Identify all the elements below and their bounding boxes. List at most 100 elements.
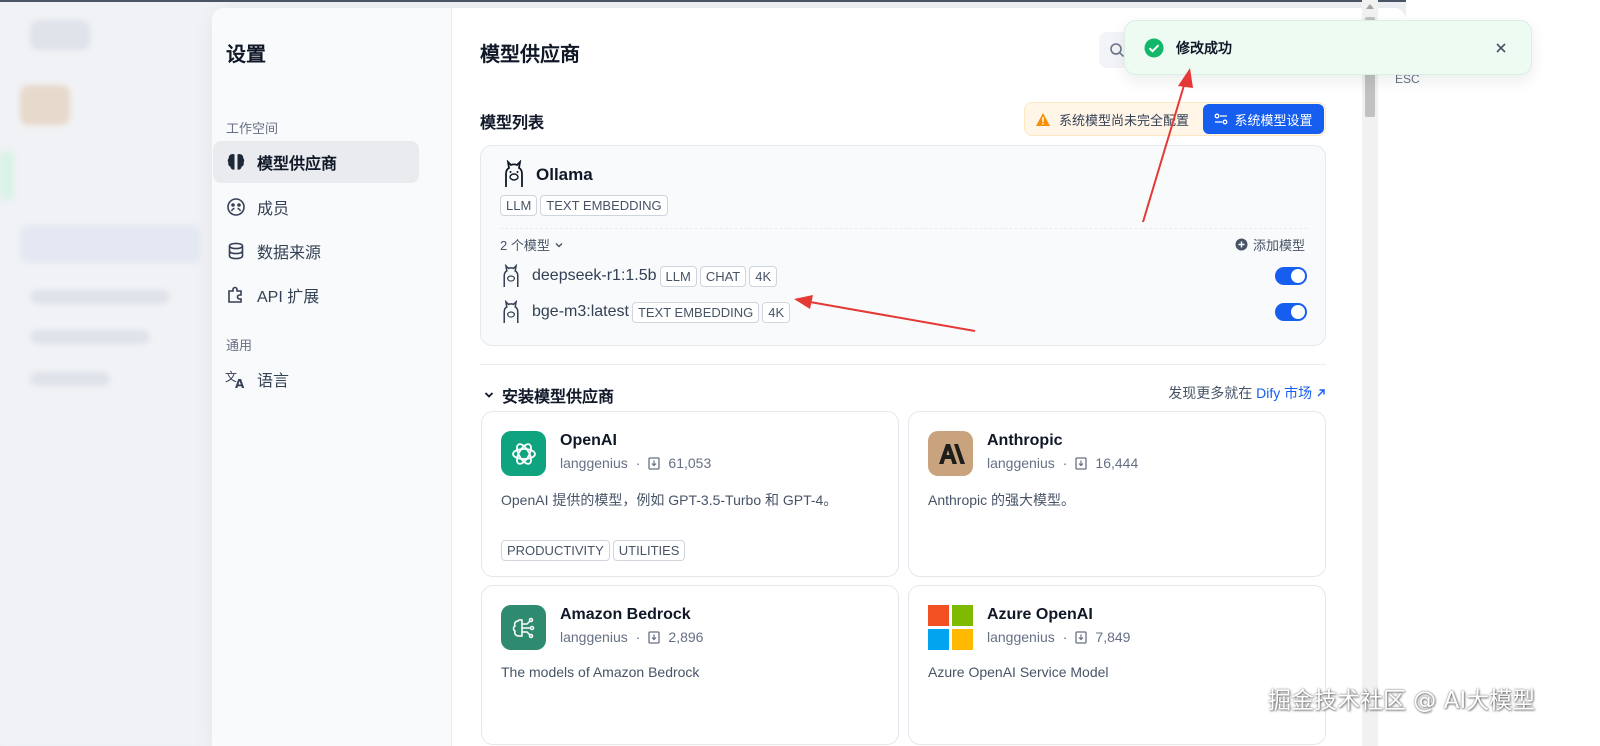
dot-separator: · [635, 629, 641, 645]
add-model-label: 添加模型 [1252, 238, 1305, 253]
sidebar-item-members[interactable]: 成员 [213, 186, 419, 228]
ollama-model-icon [503, 264, 519, 287]
model-enable-toggle[interactable] [1275, 303, 1307, 321]
background-sidebar [0, 0, 230, 746]
microsoft-logo-icon [928, 605, 973, 650]
provider-name: Anthropic [987, 432, 1063, 449]
model-count-toggle[interactable]: 2 个模型 [500, 235, 564, 254]
provider-meta: langgenius · 2,896 [560, 629, 703, 645]
provider-card-amazon-bedrock[interactable]: Amazon Bedrock langgenius · 2,896 The mo… [481, 585, 899, 745]
workspace-group-label: 工作空间 [226, 121, 279, 136]
sidebar-item-label: 语言 [257, 373, 290, 390]
toast-message: 修改成功 [1176, 39, 1232, 56]
provider-org: langgenius [987, 455, 1055, 471]
openai-logo-icon [501, 431, 546, 476]
sidebar-item-data-source[interactable]: 数据来源 [213, 230, 419, 272]
install-title-label: 安装模型供应商 [502, 389, 615, 406]
settings-modal: 设置 工作空间 模型供应商 成员 数据来源 API 扩展 通用 文 A 语言 模… [212, 8, 1406, 746]
sidebar-item-model-provider[interactable]: 模型供应商 [213, 141, 419, 183]
watermark-text: 掘金技术社区 @ AI大模型 [1268, 688, 1536, 714]
tag-productivity: PRODUCTIVITY [501, 540, 610, 561]
sidebar-item-label: 成员 [257, 201, 290, 218]
market-link-label: Dify 市场 [1256, 385, 1313, 401]
download-icon [1075, 630, 1088, 644]
marketplace-link[interactable]: 发现更多就在 Dify 市场 [1168, 383, 1326, 403]
provider-tags: PRODUCTIVITY UTILITIES [501, 540, 688, 561]
members-icon [225, 196, 247, 218]
add-model-button[interactable]: 添加模型 [1235, 235, 1305, 254]
svg-text:A: A [235, 377, 245, 389]
settings-title: 设置 [226, 44, 266, 66]
sidebar-item-api-extension[interactable]: API 扩展 [213, 274, 419, 316]
close-icon[interactable] [1491, 38, 1511, 58]
check-circle-icon [1144, 38, 1164, 57]
provider-card-anthropic[interactable]: Anthropic langgenius · 16,444 Anthropic … [908, 411, 1326, 577]
provider-meta: langgenius · 16,444 [987, 455, 1138, 471]
scroll-up-arrow-icon[interactable] [1366, 4, 1374, 9]
bedrock-logo-icon [501, 605, 546, 650]
provider-card-openai[interactable]: OpenAI langgenius · 61,053 OpenAI 提供的模型，… [481, 411, 899, 577]
top-border [0, 0, 1600, 2]
ollama-logo-icon [505, 160, 523, 187]
tag: LLM [659, 265, 697, 287]
provider-name: Azure OpenAI [987, 606, 1093, 623]
puzzle-icon [225, 284, 247, 306]
provider-downloads: 16,444 [1095, 455, 1139, 471]
page-title: 模型供应商 [480, 44, 580, 66]
system-model-button-label: 系统模型设置 [1234, 112, 1313, 128]
tag-llm: LLM [500, 195, 538, 216]
model-list-label: 模型列表 [480, 115, 545, 132]
tag: CHAT [699, 265, 747, 287]
dot-separator: · [1062, 455, 1068, 471]
plus-circle-icon [1235, 238, 1248, 251]
translate-icon: 文A [225, 368, 247, 390]
provider-description: The models of Amazon Bedrock [501, 664, 700, 680]
provider-card-azure-openai[interactable]: Azure OpenAI langgenius · 7,849 Azure Op… [908, 585, 1326, 745]
card-divider [500, 228, 1307, 229]
warning-text: 系统模型尚未完全配置 [1059, 112, 1190, 128]
section-divider [480, 364, 1326, 365]
market-prefix: 发现更多就在 [1168, 385, 1257, 401]
model-name: bge-m3:latest [532, 303, 629, 320]
ollama-provider-card: Ollama LLM TEXT EMBEDDING 2 个模型 添加模型 dee… [480, 145, 1326, 346]
sidebar-item-label: API 扩展 [257, 289, 320, 306]
sidebar-item-label: 数据来源 [257, 245, 322, 262]
database-icon [225, 240, 247, 262]
main-panel: 模型供应商 模型列表 系统模型尚未完全配置 系统模型设置 Ollama LLM … [453, 8, 1406, 746]
dot-separator: · [635, 455, 641, 471]
search-icon [1110, 43, 1125, 58]
provider-downloads: 61,053 [668, 455, 712, 471]
provider-downloads: 7,849 [1095, 629, 1131, 645]
download-icon [648, 630, 661, 644]
chevron-down-icon [555, 242, 563, 247]
tag-utilities: UTILITIES [612, 540, 686, 561]
tag-text-embedding: TEXT EMBEDDING [540, 195, 668, 216]
provider-description: Azure OpenAI Service Model [928, 664, 1109, 680]
dot-separator: · [1062, 629, 1068, 645]
settings-sidebar: 设置 工作空间 模型供应商 成员 数据来源 API 扩展 通用 文 A 语言 [212, 8, 452, 746]
sliders-icon [1215, 113, 1228, 125]
right-backdrop [1406, 0, 1600, 746]
external-arrow-icon [1317, 389, 1325, 397]
tag: TEXT EMBEDDING [631, 301, 760, 323]
system-model-settings-button[interactable]: 系统模型设置 [1203, 104, 1324, 134]
provider-org: langgenius [987, 629, 1055, 645]
sidebar-item-language[interactable]: 文A 语言 [213, 358, 419, 400]
success-toast: 修改成功 [1124, 20, 1532, 75]
model-enable-toggle[interactable] [1275, 267, 1307, 285]
provider-org: langgenius [560, 629, 628, 645]
provider-description: Anthropic 的强大模型。 [928, 492, 1076, 508]
anthropic-logo-icon [928, 431, 973, 476]
download-icon [1075, 456, 1088, 470]
provider-meta: langgenius · 7,849 [987, 629, 1130, 645]
model-row: bge-m3:latest TEXT EMBEDDING 4K [500, 297, 1307, 327]
sidebar-item-label: 模型供应商 [257, 156, 338, 173]
tag: 4K [762, 301, 791, 323]
provider-description: OpenAI 提供的模型，例如 GPT-3.5-Turbo 和 GPT-4。 [501, 492, 838, 508]
install-providers-toggle[interactable]: 安装模型供应商 [484, 383, 614, 407]
provider-org: langgenius [560, 455, 628, 471]
provider-name: OpenAI [560, 432, 617, 449]
warning-icon [1036, 112, 1050, 126]
ollama-name: Ollama [536, 165, 593, 184]
ollama-model-icon [503, 300, 519, 323]
